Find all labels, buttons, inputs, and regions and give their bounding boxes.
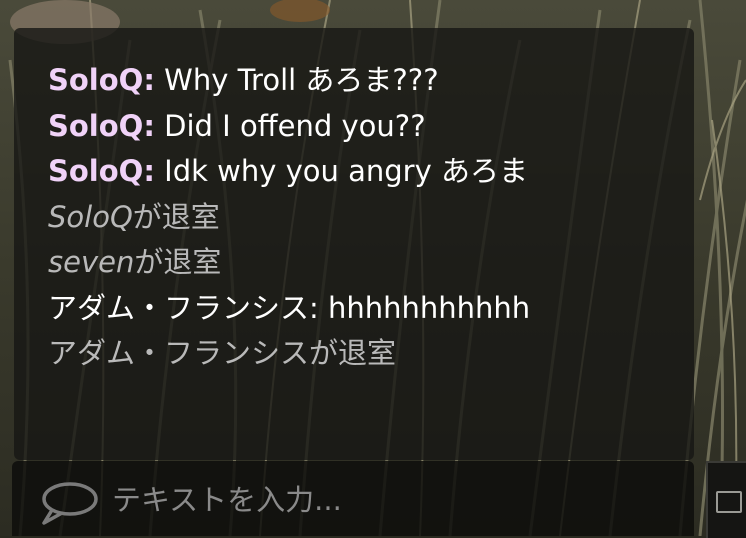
system-message: アダム・フランシスが退室 bbox=[48, 331, 674, 377]
side-panel-button[interactable] bbox=[706, 461, 746, 538]
chat-input-bar bbox=[12, 461, 694, 536]
sender-name: SoloQ: bbox=[48, 63, 155, 97]
sender-name: SoloQ: bbox=[48, 154, 155, 188]
departed-user: SoloQ bbox=[48, 199, 133, 234]
chat-text-input[interactable] bbox=[112, 479, 652, 521]
chat-message: SoloQ: Why Troll あろま??? bbox=[48, 58, 674, 104]
system-text: アダム・フランシスが退室 bbox=[48, 336, 397, 370]
message-text: アダム・フランシス: hhhhhhhhhhh bbox=[48, 290, 531, 325]
message-text: Did I offend you?? bbox=[154, 108, 426, 143]
chat-message: アダム・フランシス: hhhhhhhhhhh bbox=[48, 286, 674, 332]
chat-bubble-icon bbox=[42, 482, 98, 525]
system-text: が退室 bbox=[132, 199, 220, 234]
system-message: SoloQが退室 bbox=[48, 195, 674, 241]
departed-user: seven bbox=[48, 245, 135, 279]
message-text: Idk why you angry あろま bbox=[154, 154, 528, 188]
system-text: が退室 bbox=[134, 245, 222, 279]
chat-log-panel: SoloQ: Why Troll あろま??? SoloQ: Did I off… bbox=[14, 28, 694, 460]
chat-message: SoloQ: Idk why you angry あろま bbox=[48, 149, 674, 195]
chat-message: SoloQ: Did I offend you?? bbox=[48, 104, 674, 150]
message-text: Why Troll あろま??? bbox=[154, 63, 439, 97]
window-icon bbox=[716, 491, 742, 513]
sender-name: SoloQ: bbox=[48, 108, 155, 143]
message-list: SoloQ: Why Troll あろま??? SoloQ: Did I off… bbox=[48, 58, 674, 377]
system-message: sevenが退室 bbox=[48, 240, 674, 286]
